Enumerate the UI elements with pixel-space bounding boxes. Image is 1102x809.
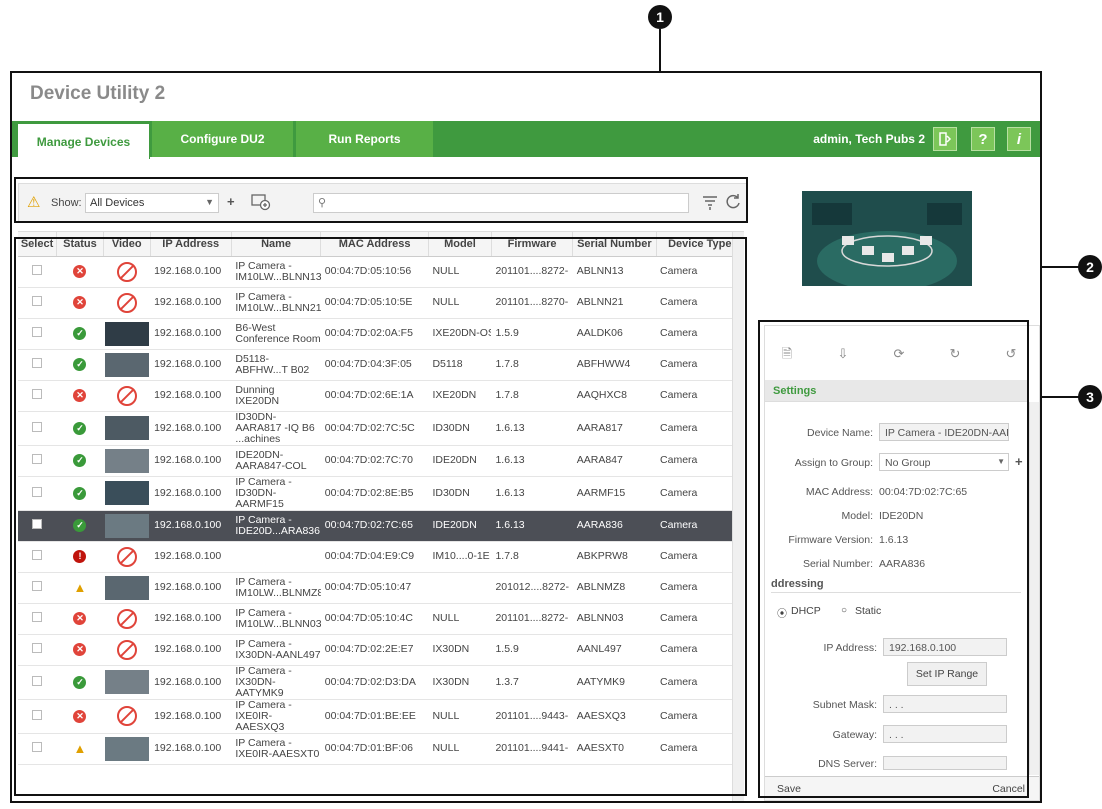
tab-run-reports[interactable]: Run Reports: [296, 121, 434, 157]
app-title: Device Utility 2: [30, 83, 166, 104]
main-tab-bar: Manage Devices Configure DU2 Run Reports…: [12, 121, 1040, 159]
panel-scrollbar[interactable]: [1029, 402, 1039, 775]
grid-callout-frame: [14, 237, 747, 796]
video-preview: [802, 191, 972, 291]
callout-1: 1: [648, 5, 672, 29]
tab-configure-du2[interactable]: Configure DU2: [152, 121, 294, 157]
callout-2: 2: [1078, 255, 1102, 279]
callout-3: 3: [1078, 385, 1102, 409]
toolbar-callout-frame: [14, 177, 748, 223]
user-label: admin, Tech Pubs 2: [813, 132, 925, 146]
info-button[interactable]: i: [1007, 127, 1031, 151]
panel-callout-frame: [758, 320, 1029, 798]
help-button[interactable]: ?: [971, 127, 995, 151]
logout-icon[interactable]: [933, 127, 957, 151]
tab-manage-devices[interactable]: Manage Devices: [18, 121, 150, 159]
